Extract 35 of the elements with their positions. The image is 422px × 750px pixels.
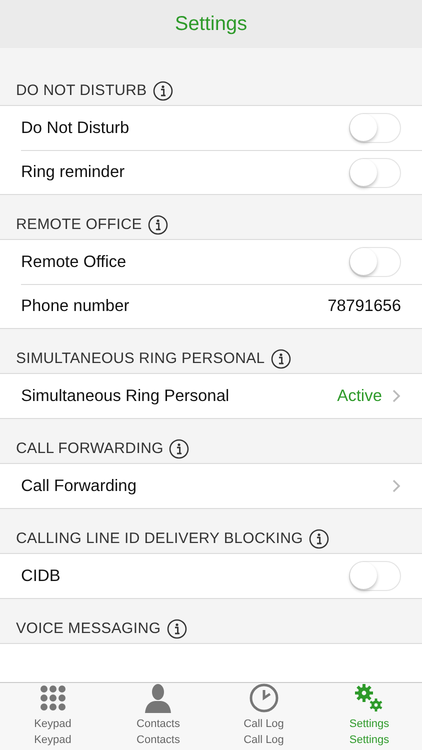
chevron-icon <box>392 479 401 493</box>
row-label: Phone number <box>21 297 130 316</box>
section-header: CALL FORWARDING <box>16 439 164 459</box>
row-label: CIDB <box>21 566 62 586</box>
info-icon[interactable] <box>166 619 187 639</box>
row-label: Call Forwarding <box>21 476 138 496</box>
toggle-switch[interactable] <box>349 247 401 277</box>
keypad-icon <box>38 683 68 713</box>
section-header: VOICE MESSAGING <box>16 619 161 639</box>
tab-item[interactable]: Contacts Contacts <box>106 683 211 750</box>
row-value: 78791656 <box>328 297 401 316</box>
section-header: CALLING LINE ID DELIVERY BLOCKING <box>16 529 303 549</box>
info-icon[interactable] <box>308 529 329 549</box>
section-header: SIMULTANEOUS RING PERSONAL <box>16 349 265 369</box>
section-header: REMOTE OFFICE <box>16 215 142 235</box>
page-title: Settings <box>174 12 248 36</box>
toggle-switch[interactable] <box>349 158 401 188</box>
tab-item[interactable]: Call Log Call Log <box>211 683 316 750</box>
chevron-icon <box>392 389 401 403</box>
toggle-switch[interactable] <box>349 561 401 591</box>
row-label: Do Not Disturb <box>21 118 130 138</box>
tab-item[interactable]: Settings Settings <box>316 683 422 750</box>
info-icon[interactable] <box>270 349 291 369</box>
info-icon[interactable] <box>152 81 173 101</box>
clock-icon <box>248 683 279 713</box>
info-icon[interactable] <box>169 439 190 459</box>
row-label: Remote Office <box>21 252 128 272</box>
row-label: Ring reminder <box>21 163 126 182</box>
toggle-switch[interactable] <box>349 113 401 143</box>
person-icon <box>143 683 174 713</box>
tab-item[interactable]: Keypad Keypad <box>0 683 106 750</box>
status-value: Active <box>337 386 382 406</box>
info-icon[interactable] <box>148 215 168 235</box>
section-header: DO NOT DISTURB <box>16 81 147 101</box>
row-label: Simultaneous Ring Personal <box>21 386 230 406</box>
